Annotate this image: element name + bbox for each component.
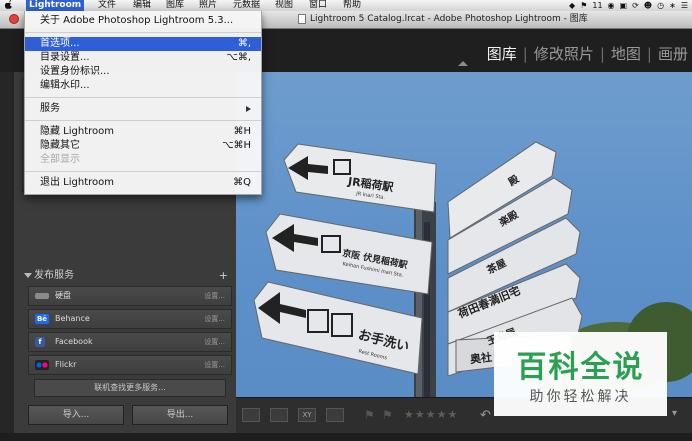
service-name: Behance <box>55 314 90 323</box>
lightroom-app-menu: 关于 Adobe Photoshop Lightroom 5.3... 首选项.… <box>24 11 262 195</box>
publish-services-header[interactable]: 发布服务 + <box>22 268 232 284</box>
menu-item-identity-plate[interactable]: 设置身份标识... <box>25 65 261 79</box>
menu-metadata[interactable]: 元数据 <box>230 0 263 11</box>
menu-item-watermarks[interactable]: 编辑水印... <box>25 79 261 93</box>
menu-item-shortcut: ⌘Q <box>233 177 251 188</box>
site-watermark: 百科全说 助你轻松解决 <box>494 332 667 416</box>
service-name: Facebook <box>55 337 93 346</box>
add-service-icon[interactable]: + <box>219 268 228 284</box>
loupe-view-icon[interactable] <box>270 408 288 422</box>
menu-item-shortcut: ⌥⌘, <box>226 52 251 63</box>
menu-item-show-all: 全部显示 <box>40 154 80 165</box>
menu-view[interactable]: 视图 <box>272 0 296 11</box>
expand-triangle-icon[interactable] <box>24 273 32 278</box>
menu-item-preferences[interactable]: 首选项... ⌘, <box>25 37 261 51</box>
module-book[interactable]: 画册 <box>658 43 688 64</box>
menu-separator <box>25 32 261 33</box>
menu-item-label: 隐藏 Lightroom <box>40 126 115 137</box>
publish-services-title: 发布服务 <box>34 270 74 281</box>
close-window-button[interactable] <box>9 14 19 24</box>
compare-view-icon[interactable]: XY <box>298 408 316 422</box>
sign-right-6: 奥社 <box>469 350 493 367</box>
menu-item-shortcut: ⌘, <box>237 38 251 49</box>
module-separator: | <box>522 45 528 63</box>
rating-stars[interactable]: ★★★★★ <box>404 408 458 421</box>
menu-item-label: 目录设置... <box>40 52 90 63</box>
filmstrip-bar <box>0 433 692 441</box>
toolbar-menu-icon[interactable]: ▾ <box>672 408 690 422</box>
module-picker: 图库 | 修改照片 | 地图 | 画册 <box>487 43 688 64</box>
menu-item-label: 首选项... <box>40 38 80 49</box>
menu-file[interactable]: 文件 <box>95 0 119 11</box>
flag-pick-icon[interactable]: ⚑ <box>364 408 382 422</box>
notification-badge[interactable]: 11 <box>592 0 602 11</box>
collapse-header-icon[interactable] <box>458 61 468 66</box>
survey-view-icon[interactable] <box>326 408 344 422</box>
menu-photo[interactable]: 照片 <box>196 0 220 11</box>
sync-icon[interactable]: ⟳ <box>632 0 639 11</box>
menu-separator <box>25 97 261 98</box>
service-behance[interactable]: Bē Behance 设置... <box>28 309 232 329</box>
menu-item-label: 服务 <box>40 103 60 114</box>
menu-item-about[interactable]: 关于 Adobe Photoshop Lightroom 5.3... <box>25 14 261 28</box>
flag-icon[interactable]: ⚑ <box>580 0 587 11</box>
export-button[interactable]: 导出... <box>132 405 228 425</box>
menu-help[interactable]: 帮助 <box>340 0 364 11</box>
find-more-services-button[interactable]: 联机查找更多服务... <box>34 379 226 397</box>
menu-lightroom[interactable]: Lightroom <box>26 0 85 11</box>
menu-item-services[interactable]: 服务 <box>25 102 261 116</box>
menu-edit[interactable]: 编辑 <box>130 0 154 11</box>
behance-icon: Bē <box>35 314 49 324</box>
menu-item-quit[interactable]: 退出 Lightroom ⌘Q <box>25 176 261 190</box>
adobe-icon[interactable]: ▣ <box>620 0 628 11</box>
service-setup-link[interactable]: 设置... <box>204 310 225 328</box>
module-develop[interactable]: 修改照片 <box>534 43 594 64</box>
document-icon <box>298 14 306 24</box>
camera-icon[interactable]: ◉ <box>608 0 615 11</box>
user-icon[interactable]: ☻ <box>644 0 652 11</box>
menu-item-label: 隐藏其它 <box>40 140 80 151</box>
status-tray: ◆ ⚑ 11 ◉ ▣ ⟳ ☻ ◷ ∗ ☰ <box>569 0 692 11</box>
menu-separator <box>25 120 261 121</box>
watermark-title: 百科全说 <box>516 350 645 385</box>
service-setup-link[interactable]: 设置... <box>204 287 225 305</box>
service-hard-drive[interactable]: 硬盘 设置... <box>28 286 232 306</box>
menu-item-hide-lightroom[interactable]: 隐藏 Lightroom ⌘H <box>25 125 261 139</box>
service-flickr[interactable]: Flickr 设置... <box>28 355 232 375</box>
hard-drive-icon <box>35 293 49 299</box>
service-name: 硬盘 <box>55 291 71 300</box>
menu-item-hide-others[interactable]: 隐藏其它 ⌥⌘H <box>25 139 261 153</box>
menu-window[interactable]: 窗口 <box>306 0 330 11</box>
grid-view-icon[interactable] <box>242 408 260 422</box>
service-name: Flickr <box>55 360 77 369</box>
bluetooth-icon[interactable]: ∗ <box>669 0 676 11</box>
submenu-arrow-icon <box>246 106 251 112</box>
service-setup-link[interactable]: 设置... <box>204 356 225 374</box>
wifi-icon[interactable]: ☰ <box>681 0 688 11</box>
menu-item-shortcut: ⌘H <box>233 126 251 137</box>
facebook-icon: f <box>35 337 45 347</box>
import-export-bar: 导入... 导出... <box>28 405 228 425</box>
module-library[interactable]: 图库 <box>487 43 517 64</box>
menu-separator <box>25 171 261 172</box>
service-facebook[interactable]: f Facebook 设置... <box>28 332 232 352</box>
menu-item-label: 退出 Lightroom <box>40 177 115 188</box>
service-setup-link[interactable]: 设置... <box>204 333 225 351</box>
publish-services-section: 发布服务 + 硬盘 设置... Bē Behance 设置... f Faceb… <box>22 268 232 397</box>
module-separator: | <box>646 45 652 63</box>
menu-item-catalog-settings[interactable]: 目录设置... ⌥⌘, <box>25 51 261 65</box>
menu-library[interactable]: 图库 <box>163 0 187 11</box>
dropbox-icon[interactable]: ◆ <box>569 0 575 11</box>
module-separator: | <box>599 45 605 63</box>
window-title: Lightroom 5 Catalog.lrcat - Adobe Photos… <box>310 14 588 24</box>
import-button[interactable]: 导入... <box>28 405 124 425</box>
flickr-icon <box>35 360 49 370</box>
flag-reject-icon[interactable]: ⚑ <box>382 408 400 422</box>
watermark-subtitle: 助你轻松解决 <box>529 389 632 405</box>
panel-edge[interactable] <box>0 72 14 441</box>
module-map[interactable]: 地图 <box>611 43 641 64</box>
menu-item-shortcut: ⌥⌘H <box>221 140 251 151</box>
time-machine-icon[interactable]: ◷ <box>657 0 664 11</box>
